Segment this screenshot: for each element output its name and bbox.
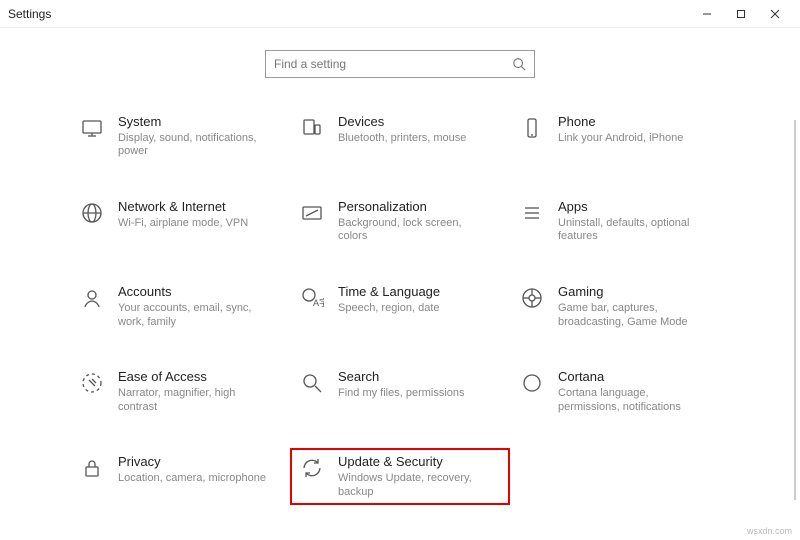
titlebar: Settings	[0, 0, 800, 28]
tile-desc: Background, lock screen, colors	[338, 217, 488, 245]
search-wrap: Find a setting	[0, 28, 800, 90]
tile-gaming[interactable]: Gaming Game bar, captures, broadcasting,…	[510, 278, 730, 335]
tile-title: Gaming	[558, 284, 708, 300]
tile-time-language[interactable]: A字 Time & Language Speech, region, date	[290, 278, 510, 335]
scrollbar[interactable]	[794, 120, 796, 500]
tile-desc: Game bar, captures, broadcasting, Game M…	[558, 302, 708, 330]
apps-icon	[518, 199, 546, 227]
tile-update-security[interactable]: Update & Security Windows Update, recove…	[290, 448, 510, 505]
tile-accounts[interactable]: Accounts Your accounts, email, sync, wor…	[70, 278, 290, 335]
settings-grid: System Display, sound, notifications, po…	[0, 90, 800, 515]
close-icon	[770, 9, 780, 19]
watermark: wsxdn.com	[747, 526, 792, 536]
tile-title: Personalization	[338, 199, 488, 215]
tile-cortana[interactable]: Cortana Cortana language, permissions, n…	[510, 363, 730, 420]
tile-search[interactable]: Search Find my files, permissions	[290, 363, 510, 420]
privacy-icon	[78, 454, 106, 482]
cortana-icon	[518, 369, 546, 397]
close-button[interactable]	[758, 0, 792, 28]
tile-title: Devices	[338, 114, 466, 130]
update-icon	[298, 454, 326, 482]
globe-icon	[78, 199, 106, 227]
tile-personalization[interactable]: Personalization Background, lock screen,…	[290, 193, 510, 250]
tile-title: Cortana	[558, 369, 708, 385]
tile-apps[interactable]: Apps Uninstall, defaults, optional featu…	[510, 193, 730, 250]
tile-desc: Speech, region, date	[338, 302, 440, 316]
search-icon	[512, 57, 526, 71]
tile-desc: Uninstall, defaults, optional features	[558, 217, 708, 245]
tile-title: System	[118, 114, 268, 130]
tile-desc: Wi-Fi, airplane mode, VPN	[118, 217, 248, 231]
tile-desc: Your accounts, email, sync, work, family	[118, 302, 268, 330]
personalization-icon	[298, 199, 326, 227]
minimize-icon	[702, 9, 712, 19]
tile-title: Ease of Access	[118, 369, 268, 385]
tile-ease-of-access[interactable]: Ease of Access Narrator, magnifier, high…	[70, 363, 290, 420]
tile-system[interactable]: System Display, sound, notifications, po…	[70, 108, 290, 165]
devices-icon	[298, 114, 326, 142]
system-icon	[78, 114, 106, 142]
tile-title: Network & Internet	[118, 199, 248, 215]
tile-devices[interactable]: Devices Bluetooth, printers, mouse	[290, 108, 510, 165]
tile-desc: Location, camera, microphone	[118, 472, 266, 486]
tile-title: Apps	[558, 199, 708, 215]
tile-desc: Link your Android, iPhone	[558, 132, 683, 146]
maximize-icon	[736, 9, 746, 19]
window-title: Settings	[8, 7, 51, 21]
tile-title: Phone	[558, 114, 683, 130]
search-input[interactable]: Find a setting	[265, 50, 535, 78]
gaming-icon	[518, 284, 546, 312]
tile-privacy[interactable]: Privacy Location, camera, microphone	[70, 448, 290, 505]
phone-icon	[518, 114, 546, 142]
tile-desc: Bluetooth, printers, mouse	[338, 132, 466, 146]
ease-of-access-icon	[78, 369, 106, 397]
tile-network[interactable]: Network & Internet Wi-Fi, airplane mode,…	[70, 193, 290, 250]
minimize-button[interactable]	[690, 0, 724, 28]
tile-title: Privacy	[118, 454, 266, 470]
tile-desc: Cortana language, permissions, notificat…	[558, 387, 708, 415]
tile-title: Search	[338, 369, 465, 385]
time-language-icon: A字	[298, 284, 326, 312]
tile-phone[interactable]: Phone Link your Android, iPhone	[510, 108, 730, 165]
tile-title: Time & Language	[338, 284, 440, 300]
maximize-button[interactable]	[724, 0, 758, 28]
svg-text:A字: A字	[313, 297, 324, 308]
search-placeholder: Find a setting	[274, 57, 512, 71]
tile-desc: Find my files, permissions	[338, 387, 465, 401]
search-tile-icon	[298, 369, 326, 397]
tile-desc: Windows Update, recovery, backup	[338, 472, 488, 500]
tile-desc: Narrator, magnifier, high contrast	[118, 387, 268, 415]
tile-title: Accounts	[118, 284, 268, 300]
accounts-icon	[78, 284, 106, 312]
tile-desc: Display, sound, notifications, power	[118, 132, 268, 160]
tile-title: Update & Security	[338, 454, 488, 470]
